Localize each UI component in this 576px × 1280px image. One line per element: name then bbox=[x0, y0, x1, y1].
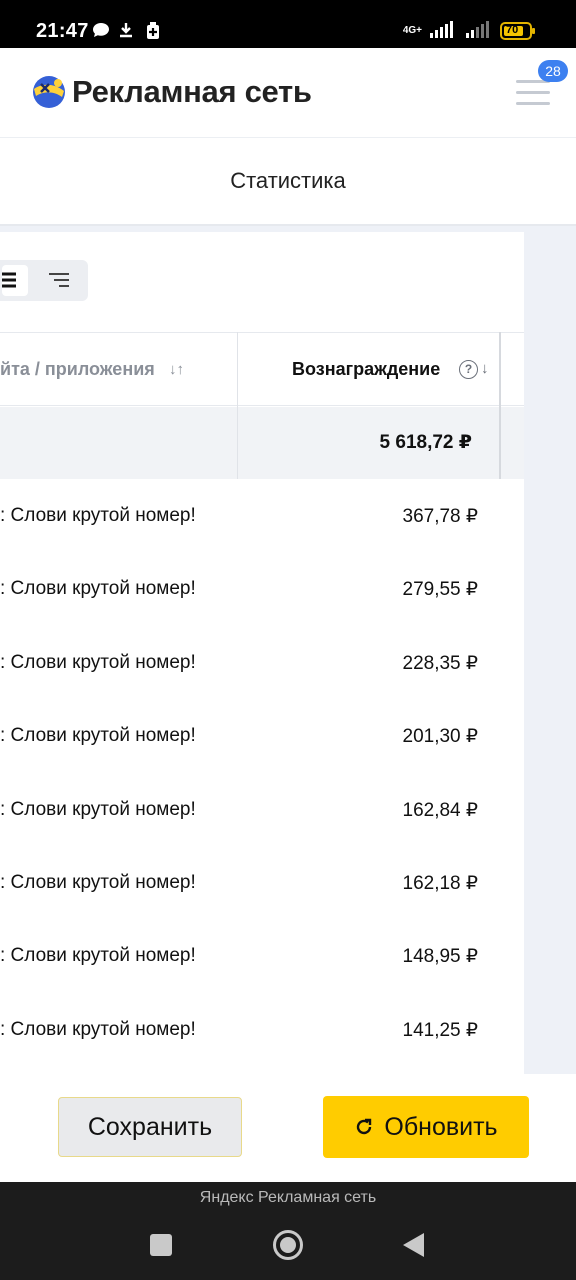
app-header: Рекламная сеть 28 bbox=[0, 48, 576, 138]
system-nav-bar: Яндекс Рекламная сеть bbox=[0, 1182, 576, 1280]
row-reward: 141,25 ₽ bbox=[402, 1019, 478, 1041]
refresh-button-label: Обновить bbox=[384, 1112, 498, 1141]
battery-saver-icon bbox=[146, 22, 160, 45]
network-type-label: 4G+ bbox=[402, 25, 422, 36]
home-icon[interactable] bbox=[273, 1230, 303, 1260]
signal-weak-icon bbox=[466, 20, 492, 43]
table-row[interactable]: : Слови крутой номер! 367,78 ₽ bbox=[0, 479, 524, 552]
row-site-name: : Слови крутой номер! bbox=[0, 1018, 196, 1040]
table-row[interactable]: : Слови крутой номер! 162,84 ₽ bbox=[0, 773, 524, 846]
chat-bubble-icon bbox=[92, 22, 110, 43]
page-title: Статистика bbox=[230, 168, 346, 193]
row-site-name: : Слови крутой номер! bbox=[0, 798, 196, 820]
yandex-ad-network-logo-icon[interactable] bbox=[32, 75, 66, 109]
table-row[interactable]: : Слови крутой номер! 279,55 ₽ bbox=[0, 552, 524, 625]
row-site-name: : Слови крутой номер! bbox=[0, 651, 196, 673]
brand-title: Рекламная сеть bbox=[72, 74, 312, 109]
view-mode-switch[interactable] bbox=[0, 260, 88, 301]
sort-desc-icon[interactable]: ↓ bbox=[481, 360, 489, 377]
table-row[interactable]: : Слови крутой номер! 141,25 ₽ bbox=[0, 993, 524, 1066]
status-time: 21:47 bbox=[36, 20, 89, 42]
row-site-name: : Слови крутой номер! bbox=[0, 871, 196, 893]
download-icon bbox=[118, 22, 134, 43]
row-site-name: : Слови крутой номер! bbox=[0, 945, 196, 967]
filter-view-option[interactable] bbox=[48, 272, 70, 295]
main-content: йта / приложения ↓↑ Вознаграждение ? ↓ 5… bbox=[0, 226, 576, 1074]
row-site-name: : Слови крутой номер! bbox=[0, 578, 196, 600]
sort-icon[interactable]: ↓↑ bbox=[169, 361, 184, 378]
hamburger-menu-icon[interactable] bbox=[516, 80, 550, 108]
column-header-reward[interactable]: Вознаграждение bbox=[292, 359, 440, 380]
notification-badge: 28 bbox=[538, 60, 568, 82]
battery-icon: 70 bbox=[500, 22, 536, 40]
filter-lines-icon bbox=[49, 273, 69, 287]
table-view-option[interactable] bbox=[2, 265, 28, 296]
back-icon[interactable] bbox=[403, 1233, 424, 1257]
column-header-site[interactable]: йта / приложения bbox=[0, 359, 155, 380]
statistics-card: йта / приложения ↓↑ Вознаграждение ? ↓ 5… bbox=[0, 232, 524, 1074]
table-row[interactable]: : Слови крутой номер! 148,95 ₽ bbox=[0, 919, 524, 992]
signal-icon bbox=[430, 20, 458, 43]
recent-apps-icon[interactable] bbox=[150, 1234, 172, 1256]
row-reward: 228,35 ₽ bbox=[402, 652, 478, 674]
row-site-name: : Слови крутой номер! bbox=[0, 505, 196, 526]
list-view-icon bbox=[2, 272, 16, 288]
refresh-icon bbox=[357, 1118, 372, 1135]
row-site-name: : Слови крутой номер! bbox=[0, 725, 196, 747]
page-title-bar: Статистика bbox=[0, 138, 576, 226]
column-divider bbox=[499, 332, 501, 479]
table-row[interactable]: : Слови крутой номер! 228,35 ₽ bbox=[0, 626, 524, 699]
status-bar: 21:47 4G+ 70 bbox=[0, 0, 576, 48]
table-row[interactable]: : Слови крутой номер! 162,18 ₽ bbox=[0, 846, 524, 919]
save-button[interactable]: Сохранить bbox=[58, 1097, 242, 1157]
action-bar: Сохранить Обновить bbox=[0, 1074, 576, 1182]
total-reward: 5 618,72 ₽ bbox=[379, 432, 472, 453]
row-reward: 201,30 ₽ bbox=[402, 726, 478, 748]
table-header: йта / приложения ↓↑ Вознаграждение ? ↓ bbox=[0, 332, 524, 406]
help-circle-icon[interactable]: ? bbox=[459, 360, 478, 379]
row-reward: 279,55 ₽ bbox=[402, 579, 478, 601]
battery-level: 70 bbox=[506, 24, 519, 36]
row-reward: 162,84 ₽ bbox=[402, 799, 478, 821]
column-divider bbox=[237, 332, 238, 479]
table-body: : Слови крутой номер! 367,78 ₽ : Слови кр… bbox=[0, 479, 524, 1066]
table-row[interactable]: : Слови крутой номер! 201,30 ₽ bbox=[0, 699, 524, 772]
row-reward: 148,95 ₽ bbox=[402, 946, 478, 968]
row-reward: 367,78 ₽ bbox=[402, 506, 478, 527]
app-caption: Яндекс Рекламная сеть bbox=[199, 1189, 377, 1206]
row-reward: 162,18 ₽ bbox=[402, 872, 478, 894]
totals-row: 5 618,72 ₽ bbox=[0, 407, 524, 479]
refresh-button[interactable]: Обновить bbox=[323, 1096, 529, 1158]
